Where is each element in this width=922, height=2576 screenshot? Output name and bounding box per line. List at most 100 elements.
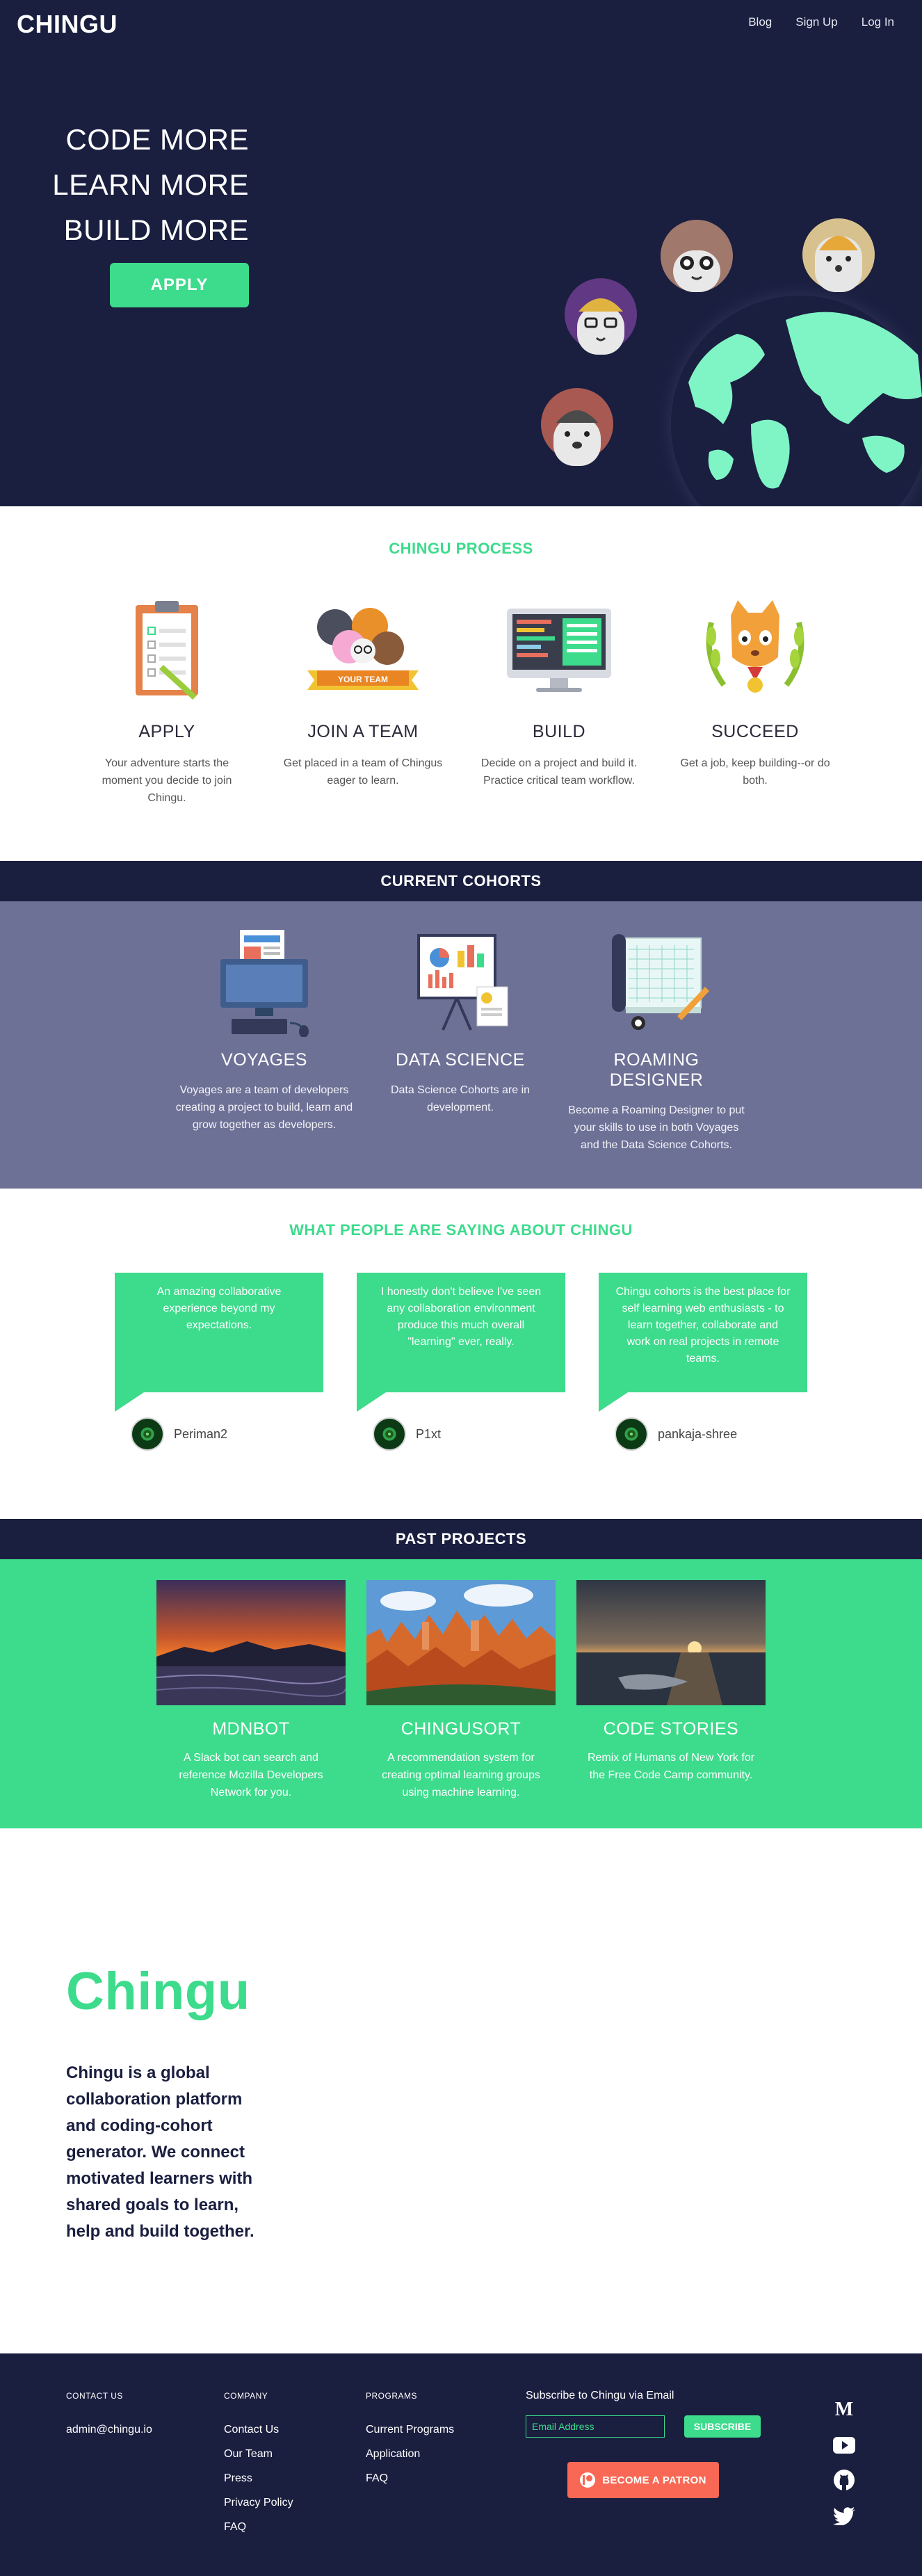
process-step-build: BUILD Decide on a project and build it. … (469, 591, 649, 789)
computer-icon (174, 922, 355, 1040)
clipboard-icon (76, 591, 257, 709)
process-step-title: JOIN A TEAM (307, 722, 419, 741)
footer-programs-heading: PROGRAMS (366, 2391, 418, 2401)
presentation-icon (370, 922, 551, 1040)
apply-button[interactable]: APPLY (110, 263, 249, 307)
team-icon: YOUR TEAM (273, 591, 453, 709)
process-step-text: Get a job, keep building--or do both. (680, 757, 830, 787)
about-text: Chingu is a global collaboration platfor… (66, 2063, 254, 2241)
hero-section: CHINGU Blog Sign Up Log In CODE MORE LEA… (0, 0, 922, 506)
footer-contact-list: admin@chingu.io (66, 2417, 152, 2442)
patreon-icon (580, 2472, 596, 2488)
footer-link-programs-faq[interactable]: FAQ (366, 2466, 454, 2490)
footer-link-current-programs[interactable]: Current Programs (366, 2417, 454, 2442)
project-title[interactable]: MDNBOT (156, 1719, 346, 1739)
projects-title: PAST PROJECTS (0, 1519, 922, 1559)
monitor-icon (469, 591, 649, 709)
site-logo[interactable]: CHINGU (17, 10, 118, 39)
footer-link-faq[interactable]: FAQ (224, 2515, 293, 2539)
globe-illustration (541, 218, 922, 506)
project-image[interactable] (576, 1580, 766, 1705)
project-text: A recommendation system for creating opt… (382, 1752, 540, 1798)
cohort-title: ROAMING DESIGNER (609, 1050, 704, 1090)
svg-text:M: M (835, 2400, 853, 2418)
cohort-title: VOYAGES (221, 1050, 307, 1070)
slogan-line: BUILD MORE (63, 214, 249, 246)
cohort-text: Data Science Cohorts are in development. (390, 1084, 531, 1113)
cohort-data-science: DATA SCIENCE Data Science Cohorts are in… (370, 922, 551, 1116)
testimonials-title: WHAT PEOPLE ARE SAYING ABOUT CHINGU (289, 1221, 633, 1239)
footer-link-application[interactable]: Application (366, 2442, 454, 2466)
cohorts-title: CURRENT COHORTS (0, 861, 922, 901)
github-icon[interactable] (832, 2468, 857, 2493)
testimonial-author: pankaja-shree (615, 1417, 737, 1451)
project-chingusort: CHINGUSORT A recommendation system for c… (366, 1580, 556, 1801)
subscribe-label: Subscribe to Chingu via Email (526, 2390, 674, 2401)
team-banner-text: YOUR TEAM (338, 675, 388, 684)
nav-blog-link[interactable]: Blog (748, 15, 772, 29)
hero-slogan: CODE MORE LEARN MORE BUILD MORE (52, 117, 249, 252)
avatar (131, 1417, 164, 1451)
subscribe-button[interactable]: SUBSCRIBE (684, 2415, 761, 2438)
footer-link-press[interactable]: Press (224, 2466, 293, 2490)
footer-link-our-team[interactable]: Our Team (224, 2442, 293, 2466)
testimonial-quote: I honestly don't believe I've seen any c… (357, 1273, 565, 1392)
nav-login-link[interactable]: Log In (862, 15, 894, 29)
project-title[interactable]: CODE STORIES (576, 1719, 766, 1739)
footer-link-contact-us[interactable]: Contact Us (224, 2417, 293, 2442)
avatar (615, 1417, 648, 1451)
email-input[interactable] (526, 2415, 665, 2438)
project-text: Remix of Humans of New York for the Free… (587, 1752, 755, 1781)
project-image[interactable] (156, 1580, 346, 1705)
process-title: CHINGU PROCESS (389, 540, 533, 557)
cohort-voyages: VOYAGES Voyages are a team of developers… (174, 922, 355, 1134)
process-step-title: BUILD (532, 722, 586, 741)
cohorts-section: VOYAGES Voyages are a team of developers… (0, 901, 922, 1189)
footer-programs-list: Current Programs Application FAQ (366, 2417, 454, 2490)
footer: CONTACT US admin@chingu.io COMPANY Conta… (0, 2353, 922, 2576)
cohort-roaming-designer: ROAMING DESIGNER Become a Roaming Design… (566, 922, 747, 1154)
process-step-join-team: YOUR TEAM JOIN A TEAM Get placed in a te… (273, 591, 453, 789)
patron-button-label: BECOME A PATRON (602, 2474, 706, 2486)
testimonial-author: Periman2 (131, 1417, 227, 1451)
footer-company-heading: COMPANY (224, 2391, 268, 2401)
footer-link-privacy[interactable]: Privacy Policy (224, 2490, 293, 2515)
about-logo: Chingu (66, 1962, 250, 2021)
avatar (373, 1417, 406, 1451)
projects-section: MDNBOT A Slack bot can search and refere… (0, 1559, 922, 1828)
project-title[interactable]: CHINGUSORT (366, 1719, 556, 1739)
process-step-title: APPLY (138, 722, 195, 741)
process-step-title: SUCCEED (711, 722, 799, 741)
quote-tail (599, 1392, 628, 1412)
cohort-text: Become a Roaming Designer to put your sk… (568, 1104, 745, 1151)
process-step-apply: APPLY Your adventure starts the moment y… (76, 591, 257, 807)
twitter-icon[interactable] (832, 2504, 857, 2529)
project-image[interactable] (366, 1580, 556, 1705)
footer-contact-heading: CONTACT US (66, 2391, 123, 2401)
slogan-line: LEARN MORE (52, 168, 249, 201)
process-step-text: Decide on a project and build it. Practi… (480, 757, 638, 787)
footer-email-link[interactable]: admin@chingu.io (66, 2417, 152, 2442)
testimonial-quote: An amazing collaborative experience beyo… (115, 1273, 323, 1392)
author-name: Periman2 (174, 1426, 228, 1441)
testimonial-author: P1xt (373, 1417, 441, 1451)
project-mdnbot: MDNBOT A Slack bot can search and refere… (156, 1580, 346, 1801)
project-text: A Slack bot can search and reference Moz… (179, 1752, 323, 1798)
process-step-text: Get placed in a team of Chingus eager to… (283, 757, 443, 787)
process-step-text: Your adventure starts the moment you dec… (102, 757, 232, 804)
blueprint-icon (566, 922, 747, 1040)
trophy-icon (665, 591, 846, 709)
slogan-line: CODE MORE (65, 123, 249, 156)
cohort-text: Voyages are a team of developers creatin… (175, 1084, 353, 1131)
top-nav: Blog Sign Up Log In (748, 15, 894, 29)
process-step-succeed: SUCCEED Get a job, keep building--or do … (665, 591, 846, 789)
nav-signup-link[interactable]: Sign Up (795, 15, 837, 29)
cohort-title: DATA SCIENCE (396, 1050, 525, 1070)
author-name: P1xt (416, 1426, 442, 1441)
quote-tail (357, 1392, 386, 1412)
become-patron-button[interactable]: BECOME A PATRON (567, 2462, 719, 2498)
testimonial-quote: Chingu cohorts is the best place for sel… (599, 1273, 807, 1392)
youtube-icon[interactable] (832, 2433, 857, 2458)
medium-icon[interactable]: M (832, 2397, 857, 2422)
footer-company-list: Contact Us Our Team Press Privacy Policy… (224, 2417, 293, 2539)
